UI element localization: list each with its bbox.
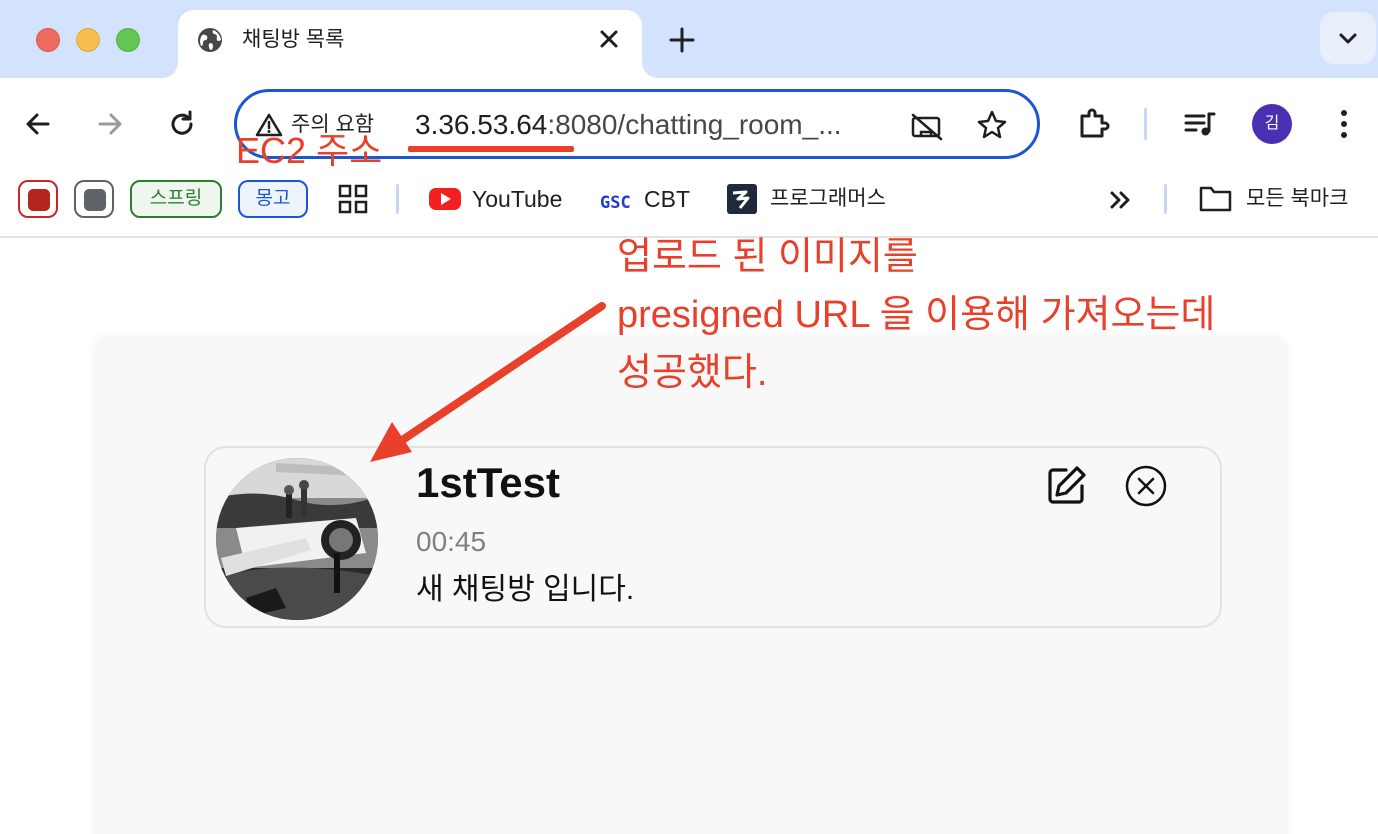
room-name: 1stTest [416,459,560,506]
url-underline-annotation [408,146,574,152]
youtube-icon [429,188,461,210]
chat-room-list-panel: 1stTest 00:45 새 채팅방 입니다. [94,336,1288,834]
bookmark-label: YouTube [472,186,563,212]
all-bookmarks-folder[interactable]: 모든 북마크 [1196,182,1366,216]
room-time: 00:45 [416,526,487,557]
browser-tab[interactable]: 채팅방 목록 [178,10,642,78]
bookmark-cbt[interactable]: GSC CBT [600,182,700,216]
room-description: 새 채팅방 입니다. [416,573,635,606]
apps-grid-icon[interactable] [338,184,368,214]
bookmarks-separator [1164,184,1167,214]
tab-strip: 채팅방 목록 [0,0,1378,78]
gsc-icon: GSC [600,193,631,213]
new-tab-button[interactable] [664,22,700,58]
close-circle-icon[interactable] [1124,464,1168,508]
camera-blocked-icon[interactable] [909,110,945,142]
annotation-line: 성공했다. [617,352,768,394]
tab-search-button[interactable] [1320,12,1376,64]
chat-room-image [216,458,378,620]
reload-button[interactable] [164,106,200,142]
bookmark-label: 모든 북마크 [1246,187,1349,210]
globe-icon [198,28,222,52]
browser-toolbar: 주의 요함 3.36.53.64:8080/chatting_room_... … [0,78,1378,170]
media-controls-icon[interactable] [1180,104,1220,144]
bookmark-spring[interactable]: 스프링 [130,180,222,218]
ec2-annotation: EC2 주소 [236,130,383,171]
profile-avatar[interactable]: 김 [1252,104,1292,144]
chat-room-card[interactable]: 1stTest 00:45 새 채팅방 입니다. [204,446,1222,628]
presigned-url-annotation: 업로드 된 이미지를 presigned URL 을 이용해 가져오는데 성공했… [617,228,1215,402]
window-close-button[interactable] [36,28,60,52]
annotation-line: presigned URL 을 이용해 가져오는데 [617,294,1216,336]
chevron-down-icon [1339,33,1357,44]
forward-button[interactable] [92,106,128,142]
url-text[interactable]: 3.36.53.64:8080/chatting_room_... [415,108,842,142]
bookmark-youtube[interactable]: YouTube [428,182,578,216]
svg-text:GSC: GSC [600,193,631,213]
bookmark-star-icon[interactable] [975,108,1009,142]
bookmarks-separator [396,184,399,214]
bookmark-mongo[interactable]: 몽고 [238,180,308,218]
edit-icon[interactable] [1044,464,1088,508]
folder-icon [1199,186,1232,212]
more-menu-icon[interactable] [1324,104,1364,144]
close-icon[interactable] [594,24,624,54]
tab-title: 채팅방 목록 [242,28,345,51]
bookmark-gray-square[interactable] [74,180,114,218]
extensions-icon[interactable] [1074,104,1114,144]
url-host: 3.36.53.64 [415,109,548,140]
window-zoom-button[interactable] [116,28,140,52]
bookmark-label: 프로그래머스 [770,187,886,210]
url-path: :8080/chatting_room_... [547,109,842,140]
bookmark-label: CBT [644,186,690,212]
bookmark-programmers[interactable]: 프로그래머스 [726,182,906,216]
back-button[interactable] [20,106,56,142]
annotation-line: 업로드 된 이미지를 [617,236,918,278]
toolbar-separator [1144,108,1147,140]
window-minimize-button[interactable] [76,28,100,52]
bookmark-red-square[interactable] [18,180,58,218]
programmers-icon [727,184,757,214]
chevron-double-right-icon[interactable] [1104,184,1136,216]
